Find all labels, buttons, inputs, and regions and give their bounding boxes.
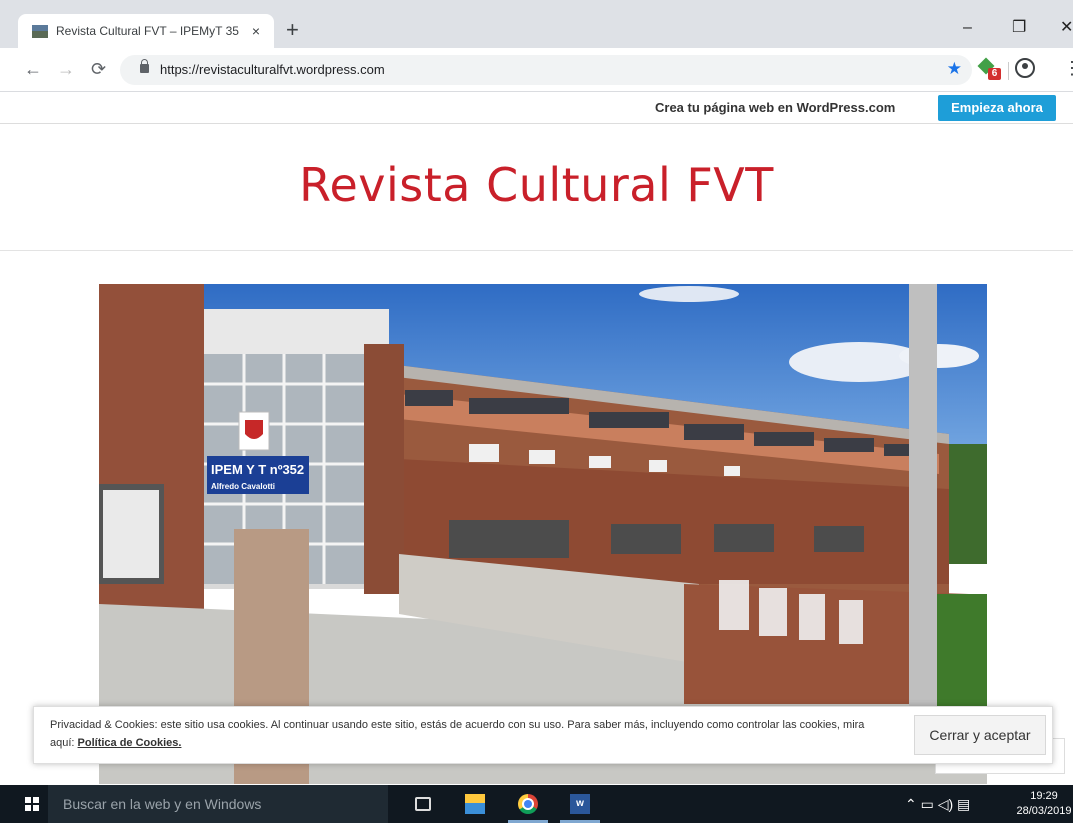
cookie-banner: Privacidad & Cookies: este sitio usa coo… <box>33 706 1053 764</box>
taskbar-search-placeholder: Buscar en la web y en Windows <box>63 796 262 812</box>
lock-icon <box>140 59 149 73</box>
url-text[interactable]: https://revistaculturalfvt.wordpress.com <box>160 62 385 77</box>
clock-date: 28/03/2019 <box>1016 805 1072 817</box>
back-arrow-icon[interactable]: ← <box>24 58 42 80</box>
restore-icon[interactable]: ❐ <box>1012 18 1026 38</box>
start-now-button[interactable]: Empieza ahora <box>938 95 1056 121</box>
task-view-icon[interactable] <box>415 797 431 811</box>
clock-time: 19:29 <box>1030 790 1058 802</box>
school-sign-line2: Alfredo Cavalotti <box>211 482 275 491</box>
site-title[interactable]: Revista Cultural FVT <box>0 158 1073 212</box>
profile-avatar-icon[interactable] <box>1015 58 1035 78</box>
tab-close-icon[interactable]: × <box>248 23 264 39</box>
extension-badge: 6 <box>988 68 1001 80</box>
reload-icon[interactable]: ⟳ <box>91 58 106 80</box>
browser-tab-strip: Revista Cultural FVT – IPEMyT 35 × + – ❐… <box>0 0 1073 48</box>
browser-tab[interactable]: Revista Cultural FVT – IPEMyT 35 × <box>18 14 274 48</box>
windows-taskbar: Buscar en la web y en Windows w ⌃ ▭ ◁) ▤… <box>0 785 1073 823</box>
forward-arrow-icon[interactable]: → <box>57 58 75 80</box>
file-explorer-icon[interactable] <box>465 794 485 814</box>
taskbar-clock[interactable]: 19:29 28/03/2019 <box>1012 789 1073 819</box>
word-icon[interactable]: w <box>570 794 590 814</box>
bookmark-star-icon[interactable]: ★ <box>947 59 962 79</box>
minimize-icon[interactable]: – <box>963 18 972 38</box>
extension-icon[interactable]: 6 <box>977 57 1002 81</box>
chrome-icon[interactable] <box>518 794 538 814</box>
toolbar-divider <box>1008 62 1009 80</box>
new-tab-icon[interactable]: + <box>286 18 299 42</box>
wordpress-promo-text[interactable]: Crea tu página web en WordPress.com <box>655 100 895 115</box>
address-bar[interactable]: https://revistaculturalfvt.wordpress.com… <box>120 55 972 85</box>
windows-start-icon[interactable] <box>25 797 39 811</box>
cookie-text-block: Privacidad & Cookies: este sitio usa coo… <box>50 716 880 752</box>
system-tray-icons[interactable]: ⌃ ▭ ◁) ▤ <box>905 796 970 813</box>
wordpress-promo-bar: Crea tu página web en WordPress.com Empi… <box>0 92 1073 124</box>
tab-title: Revista Cultural FVT – IPEMyT 35 <box>56 24 239 38</box>
browser-toolbar: ← → ⟳ https://revistaculturalfvt.wordpre… <box>0 48 1073 92</box>
menu-dots-icon[interactable]: ⋮ <box>1063 58 1073 79</box>
screen: Revista Cultural FVT – IPEMyT 35 × + – ❐… <box>0 0 1073 823</box>
school-sign-line1: IPEM Y T nº352 <box>211 462 304 477</box>
header-divider <box>0 250 1073 251</box>
close-accept-button[interactable]: Cerrar y aceptar <box>914 715 1046 755</box>
close-window-icon[interactable]: ✕ <box>1060 18 1073 38</box>
taskbar-search[interactable]: Buscar en la web y en Windows <box>48 785 388 823</box>
site-favicon-icon <box>32 24 48 38</box>
cookie-policy-link[interactable]: Política de Cookies. <box>78 737 182 749</box>
